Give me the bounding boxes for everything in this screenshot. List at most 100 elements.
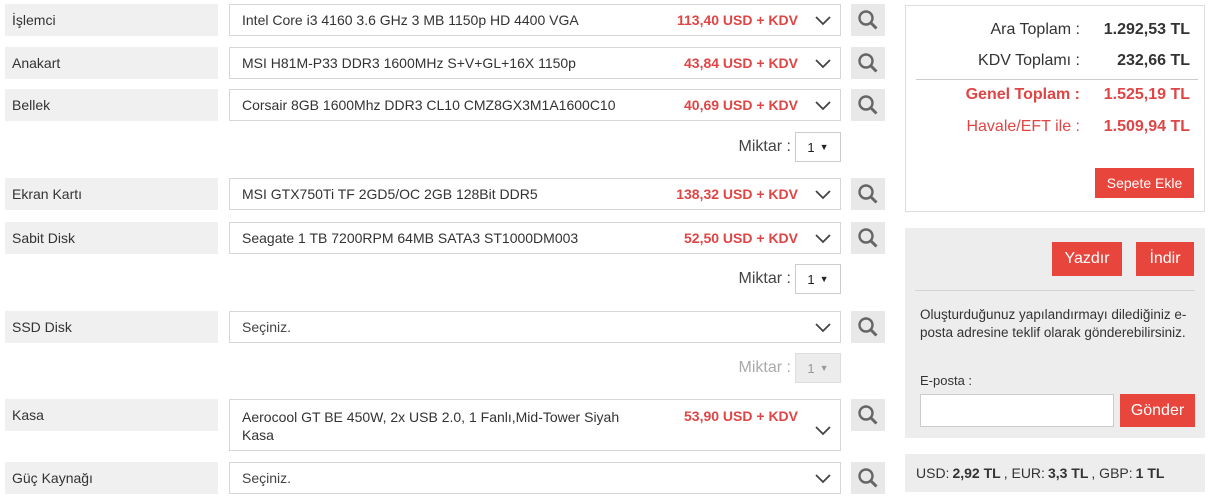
vat-line: KDV Toplamı : 232,66 TL (916, 50, 1198, 74)
product-price: 113,40 USD + KDV (676, 12, 798, 28)
component-label: Güç Kaynağı (5, 462, 218, 494)
product-price: 40,69 USD + KDV (684, 97, 798, 113)
quantity-row-hdd: Miktar : 1 ▼ (5, 264, 885, 296)
search-button[interactable] (851, 462, 885, 494)
quantity-select[interactable]: 1 ▼ (795, 264, 841, 294)
search-button[interactable] (851, 178, 885, 210)
component-row-ssd: SSD Disk Seçiniz. (5, 311, 885, 343)
email-field[interactable] (920, 394, 1114, 427)
quantity-label: Miktar : (738, 270, 791, 287)
transfer-value: 1.509,94 TL (1103, 118, 1190, 135)
currency-rates-bar: USD: 2,92 TL , EUR: 3,3 TL , GBP: 1 TL (905, 454, 1205, 492)
search-button[interactable] (851, 399, 885, 431)
search-icon (858, 95, 878, 115)
component-select[interactable]: Seçiniz. (229, 311, 841, 343)
selected-product: Intel Core i3 4160 3.6 GHz 3 MB 1150p HD… (242, 12, 579, 28)
subtotal-value: 1.292,53 TL (1103, 21, 1190, 38)
chevron-down-icon (815, 59, 831, 69)
summary-divider (916, 79, 1198, 80)
caret-down-icon: ▼ (819, 274, 829, 284)
gbp-label: , GBP: (1091, 465, 1133, 481)
component-select[interactable]: MSI GTX750Ti TF 2GD5/OC 2GB 128Bit DDR5 … (229, 178, 841, 210)
quantity-value: 1 (807, 139, 815, 155)
product-price: 52,50 USD + KDV (684, 230, 798, 246)
chevron-down-icon (815, 426, 831, 436)
email-label: E-posta : (920, 373, 973, 388)
grand-total-value: 1.525,19 TL (1103, 86, 1190, 103)
component-label: Ekran Kartı (5, 178, 218, 210)
quantity-row-ssd: Miktar : 1 ▼ (5, 353, 885, 385)
search-button[interactable] (851, 89, 885, 121)
component-select[interactable]: MSI H81M-P33 DDR3 1600MHz S+V+GL+16X 115… (229, 47, 841, 79)
chevron-down-icon (815, 234, 831, 244)
add-to-cart-button[interactable]: Sepete Ekle (1095, 168, 1194, 198)
quantity-label: Miktar : (738, 359, 791, 376)
component-label: Anakart (5, 47, 218, 79)
transfer-label: Havale/EFT ile : (966, 118, 1080, 135)
search-button[interactable] (851, 311, 885, 343)
grand-total-label: Genel Toplam : (965, 86, 1080, 103)
component-select[interactable]: Aerocool GT BE 450W, 2x USB 2.0, 1 Fanlı… (229, 399, 841, 451)
selected-product: Aerocool GT BE 450W, 2x USB 2.0, 1 Fanlı… (242, 409, 620, 443)
quantity-select[interactable]: 1 ▼ (795, 132, 841, 162)
search-button[interactable] (851, 222, 885, 254)
component-label: Sabit Disk (5, 222, 218, 254)
component-row-memory: Bellek Corsair 8GB 1600Mhz DDR3 CL10 CMZ… (5, 89, 885, 121)
subtotal-line: Ara Toplam : 1.292,53 TL (916, 19, 1198, 43)
selected-product: MSI GTX750Ti TF 2GD5/OC 2GB 128Bit DDR5 (242, 186, 538, 202)
price-summary-panel: Ara Toplam : 1.292,53 TL KDV Toplamı : 2… (905, 5, 1205, 212)
component-row-gpu: Ekran Kartı MSI GTX750Ti TF 2GD5/OC 2GB … (5, 178, 885, 210)
search-icon (858, 228, 878, 248)
caret-down-icon: ▼ (819, 363, 829, 373)
usd-label: USD: (916, 465, 950, 481)
component-label: SSD Disk (5, 311, 218, 343)
component-row-psu: Güç Kaynağı Seçiniz. (5, 462, 885, 494)
search-button[interactable] (851, 47, 885, 79)
vat-label: KDV Toplamı : (978, 52, 1080, 69)
selected-product: Seagate 1 TB 7200RPM 64MB SATA3 ST1000DM… (242, 230, 579, 246)
search-icon (858, 317, 878, 337)
quantity-label: Miktar : (738, 138, 791, 155)
selected-product: Seçiniz. (242, 319, 292, 335)
component-select[interactable]: Seagate 1 TB 7200RPM 64MB SATA3 ST1000DM… (229, 222, 841, 254)
quantity-value: 1 (807, 360, 815, 376)
component-row-hdd: Sabit Disk Seagate 1 TB 7200RPM 64MB SAT… (5, 222, 885, 254)
eur-rate: 3,3 TL (1047, 465, 1089, 481)
chevron-down-icon (815, 16, 831, 26)
gbp-rate: 1 TL (1135, 465, 1165, 481)
quantity-value: 1 (807, 271, 815, 287)
download-button[interactable]: İndir (1136, 242, 1194, 276)
component-label: Bellek (5, 89, 218, 121)
print-button[interactable]: Yazdır (1052, 242, 1122, 276)
actions-panel: Yazdır İndir Oluşturduğunuz yapılandırma… (905, 228, 1205, 438)
product-price: 43,84 USD + KDV (684, 55, 798, 71)
component-row-case: Kasa Aerocool GT BE 450W, 2x USB 2.0, 1 … (5, 399, 885, 451)
search-icon (858, 10, 878, 30)
transfer-line: Havale/EFT ile : 1.509,94 TL (916, 116, 1198, 140)
component-label: Kasa (5, 399, 218, 431)
product-price: 53,90 USD + KDV (684, 408, 798, 424)
quantity-select: 1 ▼ (795, 353, 841, 383)
search-icon (858, 53, 878, 73)
quantity-row-memory: Miktar : 1 ▼ (5, 132, 885, 164)
subtotal-label: Ara Toplam : (990, 21, 1080, 38)
send-button[interactable]: Gönder (1120, 394, 1195, 427)
component-label: İşlemci (5, 4, 218, 36)
chevron-down-icon (815, 101, 831, 111)
product-price: 138,32 USD + KDV (676, 186, 798, 202)
search-button[interactable] (851, 4, 885, 36)
selected-product: MSI H81M-P33 DDR3 1600MHz S+V+GL+16X 115… (242, 55, 576, 71)
chevron-down-icon (815, 474, 831, 484)
component-select[interactable]: Corsair 8GB 1600Mhz DDR3 CL10 CMZ8GX3M1A… (229, 89, 841, 121)
component-select[interactable]: Intel Core i3 4160 3.6 GHz 3 MB 1150p HD… (229, 4, 841, 36)
vat-value: 232,66 TL (1117, 52, 1190, 69)
caret-down-icon: ▼ (819, 142, 829, 152)
email-info-text: Oluşturduğunuz yapılandırmayı dilediğini… (920, 307, 1187, 340)
component-row-motherboard: Anakart MSI H81M-P33 DDR3 1600MHz S+V+GL… (5, 47, 885, 79)
usd-rate: 2,92 TL (952, 465, 1001, 481)
selected-product: Corsair 8GB 1600Mhz DDR3 CL10 CMZ8GX3M1A… (242, 97, 616, 113)
component-select[interactable]: Seçiniz. (229, 462, 841, 494)
search-icon (858, 405, 878, 425)
grand-total-line: Genel Toplam : 1.525,19 TL (916, 84, 1198, 108)
component-row-cpu: İşlemci Intel Core i3 4160 3.6 GHz 3 MB … (5, 4, 885, 36)
